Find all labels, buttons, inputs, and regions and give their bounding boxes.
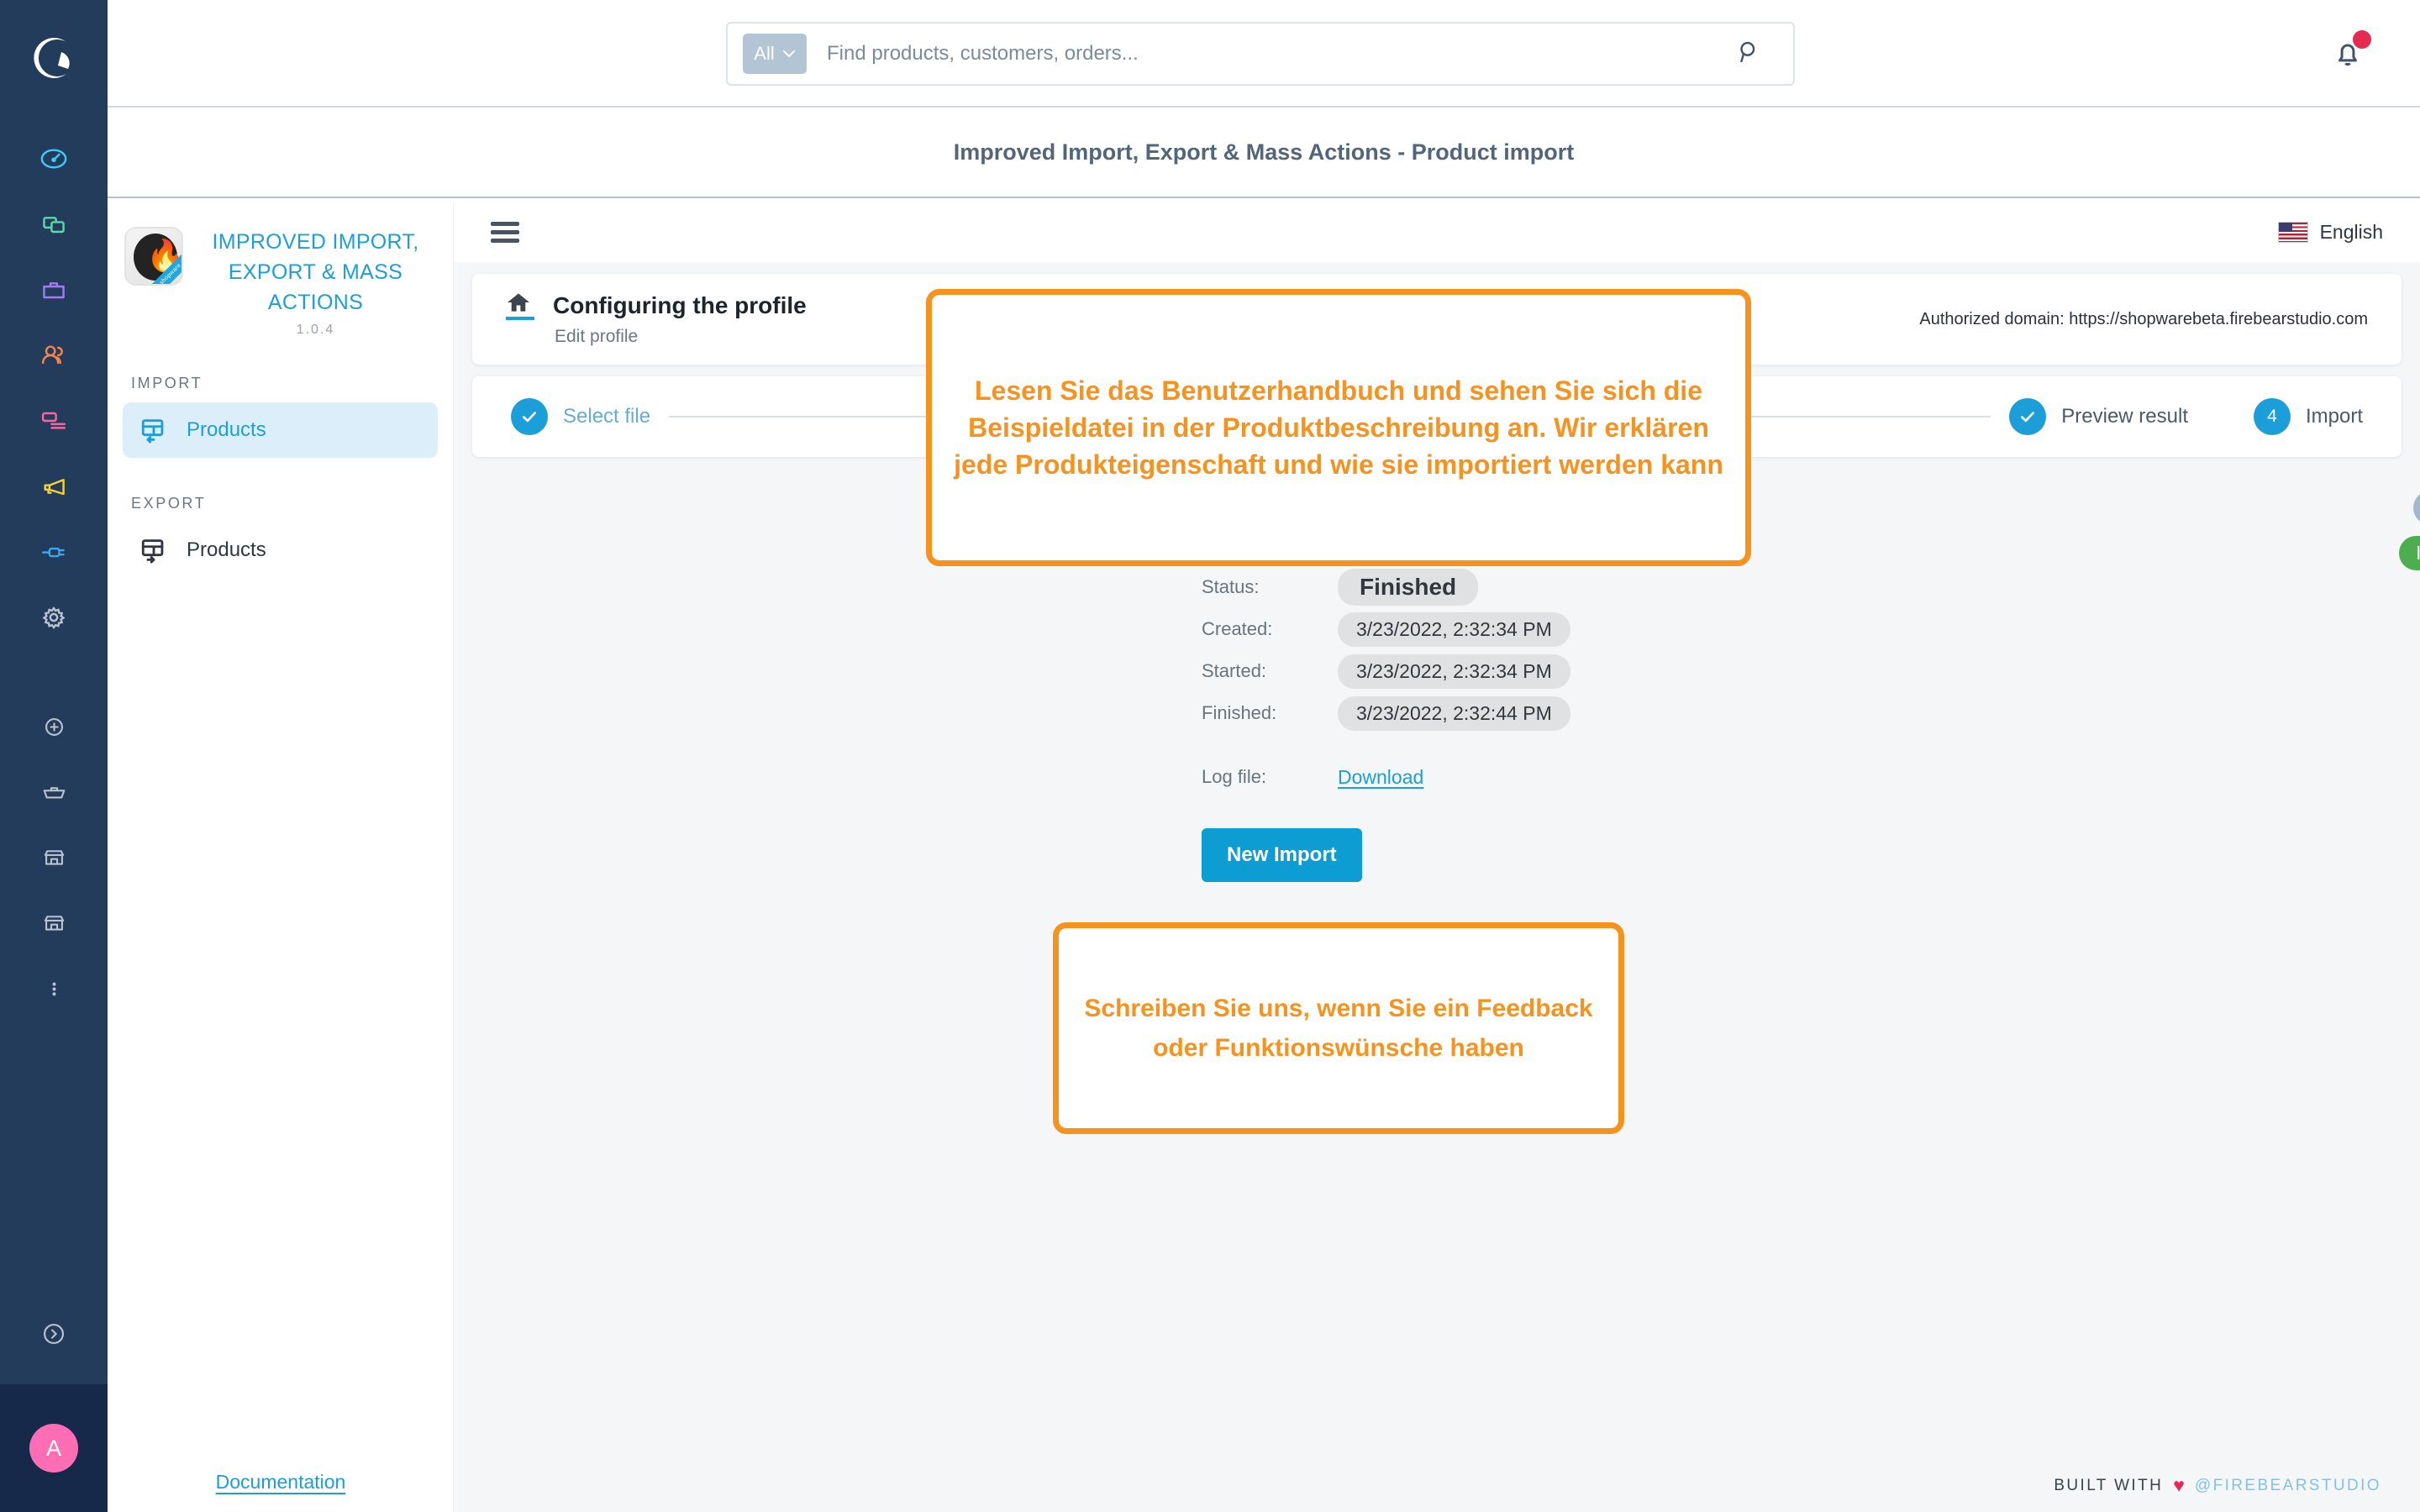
admin-sidebar-rail: A [0,0,108,1512]
job-row-value: 3/23/2022, 2:32:34 PM [1338,654,1570,689]
job-row-value: 3/23/2022, 2:32:44 PM [1338,696,1570,731]
imported-count-badge: Imported: 100 [2399,536,2420,570]
table-export-icon [139,536,168,564]
sidebar-item-more[interactable] [27,956,81,1021]
new-import-button[interactable]: New Import [1202,828,1362,882]
plugin-name: IMPROVED IMPORT, EXPORT & MASS ACTIONS [212,230,419,314]
page-title: Improved Import, Export & Mass Actions -… [953,139,1575,165]
shopware-logo-icon[interactable] [28,32,80,84]
built-with-prefix: BUILT WITH [2054,1476,2164,1494]
plugin-brand: 🔥 shopware IMPROVED IMPORT, EXPORT & MAS… [108,202,453,338]
job-row-key: Status: [1202,576,1260,597]
progress-count-badge: 100 of 100 [2412,491,2420,525]
sidebar-item-dashboard[interactable] [27,126,81,192]
step-check-icon [2009,398,2047,435]
sidebar-item-orders[interactable] [27,257,81,323]
hamburger-bar [491,221,519,226]
job-row-key: Finished: [1202,702,1277,723]
step-label: Import [2305,405,2363,428]
sidebar-item-import-products[interactable]: Products [123,402,438,458]
step-select-file[interactable]: Select file [511,398,650,435]
progress-badges: 100 of 100 Imported: 100 [2399,491,2420,570]
rail-bottom: A [0,1284,108,1512]
authorized-domain: Authorized domain: https://shopwarebeta.… [1919,309,2368,328]
heart-icon: ♥ [2173,1474,2185,1496]
plugin-brand-text: IMPROVED IMPORT, EXPORT & MASS ACTIONS 1… [195,227,436,338]
job-row-value: 3/23/2022, 2:32:34 PM [1338,612,1570,647]
hamburger-bar [491,238,519,243]
sidebar-item-store-2[interactable] [27,890,81,956]
job-row-key: Log file: [1202,766,1267,787]
step-import[interactable]: 4 Import [2253,398,2363,435]
module-title-bar: Improved Import, Export & Mass Actions -… [108,108,2420,198]
step-number: 4 [2253,398,2291,435]
sidebar-item-settings[interactable] [27,585,81,650]
profile-heading: Configuring the profile [506,291,807,320]
job-row-created: Created: 3/23/2022, 2:32:34 PM [1202,608,2420,650]
firebear-handle-link[interactable]: @FIREBEARSTUDIO [2195,1477,2381,1495]
annotation-callout-manual: Lesen Sie das Benutzerhandbuch und sehen… [926,289,1751,566]
language-label: English [2319,220,2383,243]
avatar[interactable]: A [29,1424,78,1473]
hamburger-icon[interactable] [491,218,519,247]
sidebar-item-export-products[interactable]: Products [123,522,438,578]
sidebar-item-customers[interactable] [27,323,81,388]
profile-info: Configuring the profile Edit profile [506,291,807,347]
nav-group-import-label: IMPORT [131,375,203,391]
sidebar-item-content[interactable] [27,388,81,454]
rail-icon-list [27,126,81,1021]
notification-badge-dot [2353,30,2371,49]
sidebar-item-basket[interactable] [27,759,81,825]
profile-subtitle: Edit profile [555,327,639,346]
job-row-status: Status: Finished [1202,566,2420,608]
admin-topbar: All [108,0,2420,108]
flag-canton [2278,222,2292,232]
documentation-link-wrap: Documentation [108,1471,454,1494]
job-row-key: Created: [1202,618,1273,639]
home-icon[interactable] [506,291,534,320]
sidebar-item-label: Products [187,538,266,561]
search-input[interactable] [827,42,1734,66]
step-label: Preview result [2061,405,2188,428]
sidebar-item-catalogues[interactable] [27,192,81,257]
search-icon[interactable] [1734,38,1763,71]
sidebar-item-extensions[interactable] [27,519,81,585]
status-badge: Finished [1338,569,1479,606]
language-selector[interactable]: English [2277,220,2383,244]
built-with-footer: BUILT WITH ♥ @FIREBEARSTUDIO [2054,1474,2381,1497]
download-log-link[interactable]: Download [1338,766,1423,789]
step-label: Select file [563,405,651,428]
step-check-icon [511,398,548,435]
profile-title: Configuring the profile [553,292,807,318]
hamburger-bar [491,229,519,234]
app-root: A All Improved Import, Exp [0,0,2420,1512]
sidebar-item-label: Products [187,418,266,441]
user-avatar-area[interactable]: A [0,1384,108,1512]
plugin-toolbar: English [454,202,2420,262]
job-row-finished: Finished: 3/23/2022, 2:32:44 PM [1202,692,2420,734]
job-row-logfile: Log file: Download [1202,756,2420,798]
job-row-key: Started: [1202,660,1267,681]
documentation-link[interactable]: Documentation [216,1471,346,1493]
table-import-icon [139,416,168,444]
us-flag-icon [2277,221,2308,243]
job-detail-rows: Status: Finished Created: 3/23/2022, 2:3… [1202,566,2420,798]
firebear-logo-icon: 🔥 shopware [124,227,183,286]
search-scope-select[interactable]: All [743,34,807,74]
plugin-sidebar: 🔥 shopware IMPROVED IMPORT, EXPORT & MAS… [108,202,454,1512]
sidebar-item-add[interactable] [27,694,81,759]
plugin-version: 1.0.4 [296,323,335,337]
search-scope-label: All [754,43,775,64]
step-preview-result[interactable]: Preview result [2009,398,2188,435]
sidebar-item-marketing[interactable] [27,454,81,519]
annotation-callout-feedback: Schreiben Sie uns, wenn Sie ein Feedback… [1053,922,1624,1134]
nav-group-export-label: EXPORT [131,495,207,512]
help-chevron-icon[interactable] [0,1284,108,1384]
job-row-started: Started: 3/23/2022, 2:32:34 PM [1202,650,2420,692]
chevron-down-icon [782,50,795,58]
global-search: All [726,22,1795,86]
sidebar-item-store-1[interactable] [27,825,81,890]
